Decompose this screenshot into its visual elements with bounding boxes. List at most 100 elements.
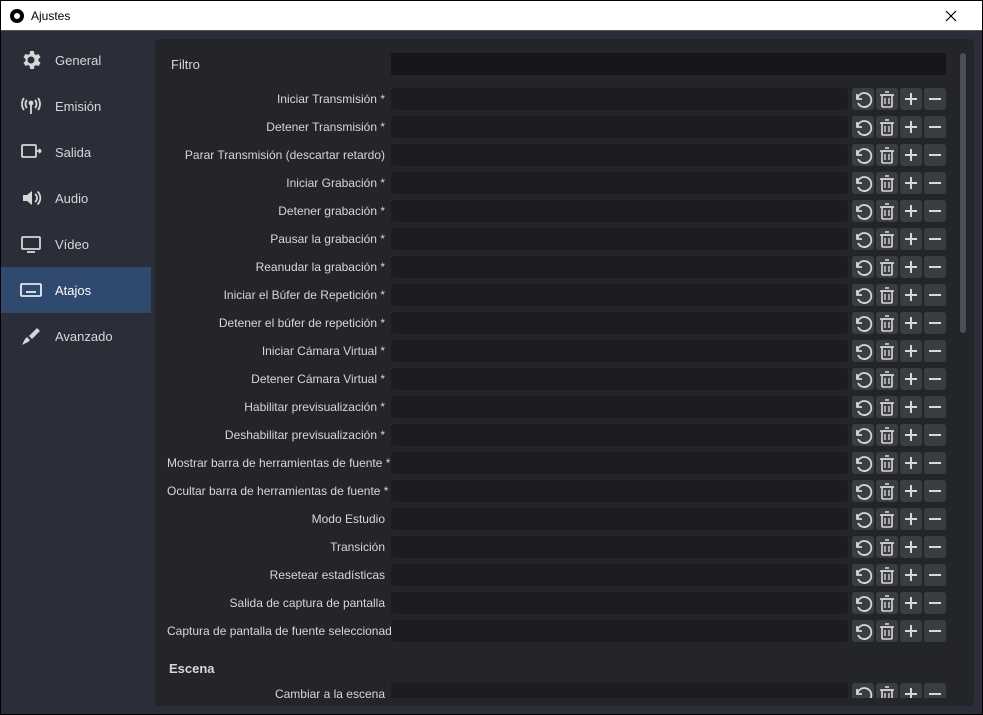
clear-button[interactable] — [876, 452, 898, 474]
add-button[interactable] — [900, 536, 922, 558]
remove-button[interactable] — [924, 340, 946, 362]
hotkey-field[interactable] — [391, 424, 848, 446]
add-button[interactable] — [900, 508, 922, 530]
add-button[interactable] — [900, 480, 922, 502]
add-button[interactable] — [900, 88, 922, 110]
remove-button[interactable] — [924, 312, 946, 334]
hotkey-field[interactable] — [391, 116, 848, 138]
remove-button[interactable] — [924, 592, 946, 614]
hotkey-field[interactable] — [391, 508, 848, 530]
remove-button[interactable] — [924, 200, 946, 222]
add-button[interactable] — [900, 620, 922, 642]
clear-button[interactable] — [876, 144, 898, 166]
undo-button[interactable] — [852, 340, 874, 362]
add-button[interactable] — [900, 228, 922, 250]
hotkey-field[interactable] — [391, 683, 848, 698]
clear-button[interactable] — [876, 368, 898, 390]
clear-button[interactable] — [876, 508, 898, 530]
add-button[interactable] — [900, 452, 922, 474]
sidebar-item-emision[interactable]: Emisión — [1, 83, 151, 129]
remove-button[interactable] — [924, 116, 946, 138]
clear-button[interactable] — [876, 88, 898, 110]
undo-button[interactable] — [852, 564, 874, 586]
hotkey-field[interactable] — [391, 144, 848, 166]
remove-button[interactable] — [924, 172, 946, 194]
remove-button[interactable] — [924, 424, 946, 446]
clear-button[interactable] — [876, 396, 898, 418]
hotkey-field[interactable] — [391, 200, 848, 222]
sidebar-item-video[interactable]: Vídeo — [1, 221, 151, 267]
undo-button[interactable] — [852, 200, 874, 222]
add-button[interactable] — [900, 396, 922, 418]
hotkey-field[interactable] — [391, 228, 848, 250]
sidebar-item-general[interactable]: General — [1, 37, 151, 83]
undo-button[interactable] — [852, 88, 874, 110]
hotkey-field[interactable] — [391, 256, 848, 278]
clear-button[interactable] — [876, 256, 898, 278]
hotkey-field[interactable] — [391, 368, 848, 390]
clear-button[interactable] — [876, 683, 898, 698]
remove-button[interactable] — [924, 620, 946, 642]
undo-button[interactable] — [852, 396, 874, 418]
hotkey-field[interactable] — [391, 452, 848, 474]
add-button[interactable] — [900, 340, 922, 362]
add-button[interactable] — [900, 368, 922, 390]
hotkey-field[interactable] — [391, 88, 848, 110]
undo-button[interactable] — [852, 508, 874, 530]
undo-button[interactable] — [852, 228, 874, 250]
hotkey-field[interactable] — [391, 536, 848, 558]
add-button[interactable] — [900, 172, 922, 194]
add-button[interactable] — [900, 284, 922, 306]
undo-button[interactable] — [852, 424, 874, 446]
add-button[interactable] — [900, 683, 922, 698]
remove-button[interactable] — [924, 256, 946, 278]
undo-button[interactable] — [852, 256, 874, 278]
undo-button[interactable] — [852, 536, 874, 558]
undo-button[interactable] — [852, 592, 874, 614]
undo-button[interactable] — [852, 480, 874, 502]
add-button[interactable] — [900, 200, 922, 222]
undo-button[interactable] — [852, 116, 874, 138]
clear-button[interactable] — [876, 312, 898, 334]
undo-button[interactable] — [852, 284, 874, 306]
clear-button[interactable] — [876, 564, 898, 586]
undo-button[interactable] — [852, 683, 874, 698]
undo-button[interactable] — [852, 452, 874, 474]
clear-button[interactable] — [876, 592, 898, 614]
filter-input[interactable] — [391, 53, 946, 75]
undo-button[interactable] — [852, 172, 874, 194]
add-button[interactable] — [900, 424, 922, 446]
remove-button[interactable] — [924, 480, 946, 502]
sidebar-item-atajos[interactable]: Atajos — [1, 267, 151, 313]
add-button[interactable] — [900, 592, 922, 614]
clear-button[interactable] — [876, 228, 898, 250]
hotkey-field[interactable] — [391, 480, 848, 502]
undo-button[interactable] — [852, 144, 874, 166]
scrollbar-thumb[interactable] — [960, 53, 966, 333]
sidebar-item-avanzado[interactable]: Avanzado — [1, 313, 151, 359]
hotkey-field[interactable] — [391, 620, 848, 642]
remove-button[interactable] — [924, 228, 946, 250]
sidebar-item-audio[interactable]: Audio — [1, 175, 151, 221]
clear-button[interactable] — [876, 116, 898, 138]
remove-button[interactable] — [924, 144, 946, 166]
sidebar-item-salida[interactable]: Salida — [1, 129, 151, 175]
add-button[interactable] — [900, 116, 922, 138]
hotkey-field[interactable] — [391, 284, 848, 306]
remove-button[interactable] — [924, 284, 946, 306]
clear-button[interactable] — [876, 620, 898, 642]
remove-button[interactable] — [924, 88, 946, 110]
hotkey-field[interactable] — [391, 340, 848, 362]
clear-button[interactable] — [876, 200, 898, 222]
remove-button[interactable] — [924, 508, 946, 530]
add-button[interactable] — [900, 564, 922, 586]
undo-button[interactable] — [852, 312, 874, 334]
clear-button[interactable] — [876, 284, 898, 306]
hotkey-field[interactable] — [391, 564, 848, 586]
clear-button[interactable] — [876, 172, 898, 194]
clear-button[interactable] — [876, 536, 898, 558]
close-button[interactable] — [928, 1, 974, 31]
remove-button[interactable] — [924, 564, 946, 586]
hotkey-field[interactable] — [391, 396, 848, 418]
clear-button[interactable] — [876, 424, 898, 446]
